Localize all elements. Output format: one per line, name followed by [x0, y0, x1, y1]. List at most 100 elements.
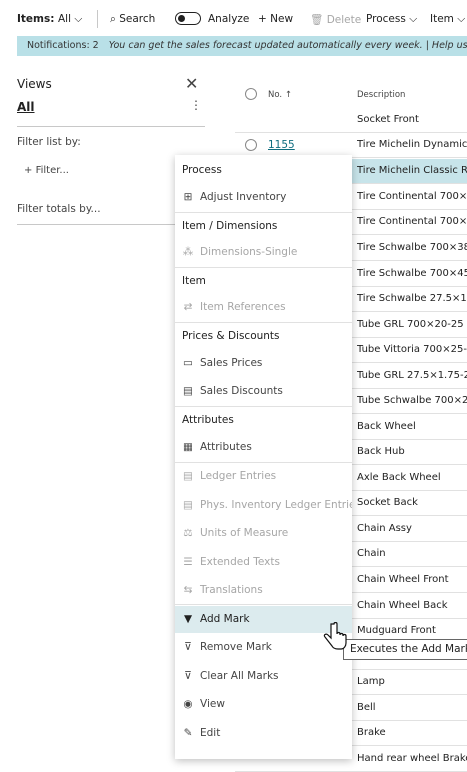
- plus-icon: +: [24, 165, 33, 176]
- clear-filter-icon: ⊽: [184, 670, 192, 682]
- item-description: Chain Wheel Front: [357, 574, 449, 585]
- references-icon: ⇄: [183, 301, 193, 313]
- divider: [97, 10, 98, 28]
- adjust-icon: ⊞: [183, 191, 193, 203]
- divider: [175, 212, 352, 213]
- item-description: Socket Front: [357, 114, 419, 125]
- menu-item-phys-inventory-ledger-entries[interactable]: ▤ Phys. Inventory Ledger Entries: [175, 493, 352, 518]
- divider: [175, 604, 352, 605]
- item-description: Back Hub: [357, 446, 405, 457]
- menu-item-label: Adjust Inventory: [200, 191, 287, 203]
- menu-item-sales-prices[interactable]: ▭ Sales Prices: [175, 351, 352, 376]
- view-icon: ◉: [183, 698, 193, 710]
- divider: [175, 322, 352, 323]
- item-description: Chain Assy: [357, 523, 412, 534]
- chevron-down-icon: ⌵: [457, 13, 466, 25]
- translations-icon: ⇆: [183, 584, 193, 596]
- menu-item-item-references[interactable]: ⇄ Item References: [175, 295, 352, 320]
- item-description: Bell: [357, 702, 376, 713]
- menu-item-label: Extended Texts: [200, 556, 280, 568]
- menu-item-label: Sales Discounts: [200, 385, 283, 397]
- attributes-icon: ▦: [183, 441, 193, 453]
- notification-message: You can get the sales forecast updated a…: [108, 40, 467, 51]
- units-icon: ⚖: [183, 527, 193, 539]
- item-label: Item: [430, 13, 454, 25]
- menu-item-edit[interactable]: ✎ Edit: [175, 721, 352, 746]
- notification-count[interactable]: Notifications: 2: [17, 40, 99, 51]
- dimensions-icon: ⁂: [182, 246, 194, 258]
- add-filter-button[interactable]: + Filter...: [24, 165, 69, 176]
- menu-item-translations[interactable]: ⇆ Translations: [175, 578, 352, 603]
- delete-button[interactable]: 🗑 Delete: [310, 13, 361, 26]
- menu-item-sales-discounts[interactable]: ▤ Sales Discounts: [175, 379, 352, 404]
- discounts-icon: ▤: [183, 385, 193, 397]
- menu-item-label: Phys. Inventory Ledger Entries: [200, 499, 352, 511]
- edit-icon: ✎: [183, 727, 193, 739]
- menu-item-dimensions-single[interactable]: ⁂ Dimensions-Single: [175, 240, 352, 265]
- context-menu: Process ⊞ Adjust Inventory Item / Dimens…: [175, 155, 352, 759]
- new-button[interactable]: + New: [258, 13, 293, 25]
- menu-item-label: Item References: [200, 301, 286, 313]
- menu-item-units-of-measure[interactable]: ⚖ Units of Measure: [175, 521, 352, 546]
- item-description: Back Wheel: [357, 421, 416, 432]
- process-menu[interactable]: Process ⌵: [366, 13, 417, 26]
- menu-header-process: Process: [182, 164, 222, 176]
- item-description: Tube GRL 27.5×1.75-2.2: [357, 370, 467, 381]
- item-description: Tire Schwalbe 27.5×1.95: [357, 293, 467, 304]
- menu-item-view[interactable]: ◉ View: [175, 692, 352, 717]
- item-description: Brake: [357, 727, 386, 738]
- views-title: Views: [17, 77, 52, 91]
- divider: [175, 462, 352, 463]
- view-all-link[interactable]: All: [17, 100, 35, 114]
- item-description: Tire Schwalbe 700×45C: [357, 268, 467, 279]
- item-number-link[interactable]: 1155: [268, 139, 295, 151]
- view-selector[interactable]: All ⌵: [58, 13, 82, 26]
- delete-label: Delete: [326, 14, 362, 26]
- item-description: Chain: [357, 548, 386, 559]
- menu-header-item-dimensions: Item / Dimensions: [182, 220, 278, 232]
- analyze-toggle[interactable]: [175, 12, 201, 25]
- tooltip: Executes the Add Mark: [343, 639, 467, 660]
- item-description: Tube Schwalbe 700×28-: [357, 395, 467, 406]
- remove-filter-icon: ⊽: [184, 641, 192, 653]
- menu-header-prices-discounts: Prices & Discounts: [182, 330, 280, 342]
- filter-icon: ▼: [183, 613, 193, 625]
- menu-header-item: Item: [182, 275, 206, 287]
- menu-item-extended-texts[interactable]: ☰ Extended Texts: [175, 550, 352, 575]
- search-icon: ⌕: [110, 13, 116, 25]
- item-description: Tire Continental 700×35: [357, 216, 467, 227]
- menu-item-attributes[interactable]: ▦ Attributes: [175, 435, 352, 460]
- filter-totals-button[interactable]: Filter totals by...: [17, 203, 101, 215]
- column-header-no[interactable]: No. ↑: [268, 90, 292, 100]
- search-button[interactable]: ⌕ Search: [110, 13, 155, 26]
- divider: [17, 224, 175, 225]
- menu-item-clear-all-marks[interactable]: ⊽ Clear All Marks: [175, 664, 352, 689]
- hand-cursor-icon: [323, 622, 347, 650]
- divider: [175, 267, 352, 268]
- menu-item-adjust-inventory[interactable]: ⊞ Adjust Inventory: [175, 185, 352, 210]
- table-row[interactable]: Socket Front: [235, 108, 467, 133]
- item-description: Lamp: [357, 676, 385, 687]
- row-select-radio[interactable]: [245, 139, 257, 151]
- item-description: Mudguard Front: [357, 625, 436, 636]
- select-all-radio[interactable]: [245, 88, 257, 100]
- phys-ledger-icon: ▤: [183, 499, 193, 511]
- close-icon[interactable]: ✕: [185, 74, 198, 93]
- new-label: New: [270, 13, 294, 25]
- item-description: Tire Michelin Classic Rac: [357, 165, 467, 176]
- item-description: Tire Michelin Dynamic S: [357, 139, 467, 150]
- menu-header-attributes: Attributes: [182, 414, 234, 426]
- menu-item-label: Remove Mark: [200, 641, 272, 653]
- plus-icon: +: [258, 13, 267, 25]
- item-description: Chain Wheel Back: [357, 600, 448, 611]
- menu-item-label: Dimensions-Single: [200, 246, 298, 258]
- menu-item-ledger-entries[interactable]: ▤ Ledger Entries: [175, 464, 352, 489]
- menu-item-label: Edit: [200, 727, 221, 739]
- item-menu[interactable]: Item ⌵: [430, 13, 465, 26]
- more-options-icon[interactable]: ⋮: [190, 98, 202, 112]
- item-description: Tire Schwalbe 700×38C: [357, 242, 467, 253]
- prices-icon: ▭: [183, 357, 193, 369]
- column-header-description[interactable]: Description: [357, 90, 405, 100]
- process-label: Process: [366, 13, 406, 25]
- menu-item-label: Clear All Marks: [200, 670, 279, 682]
